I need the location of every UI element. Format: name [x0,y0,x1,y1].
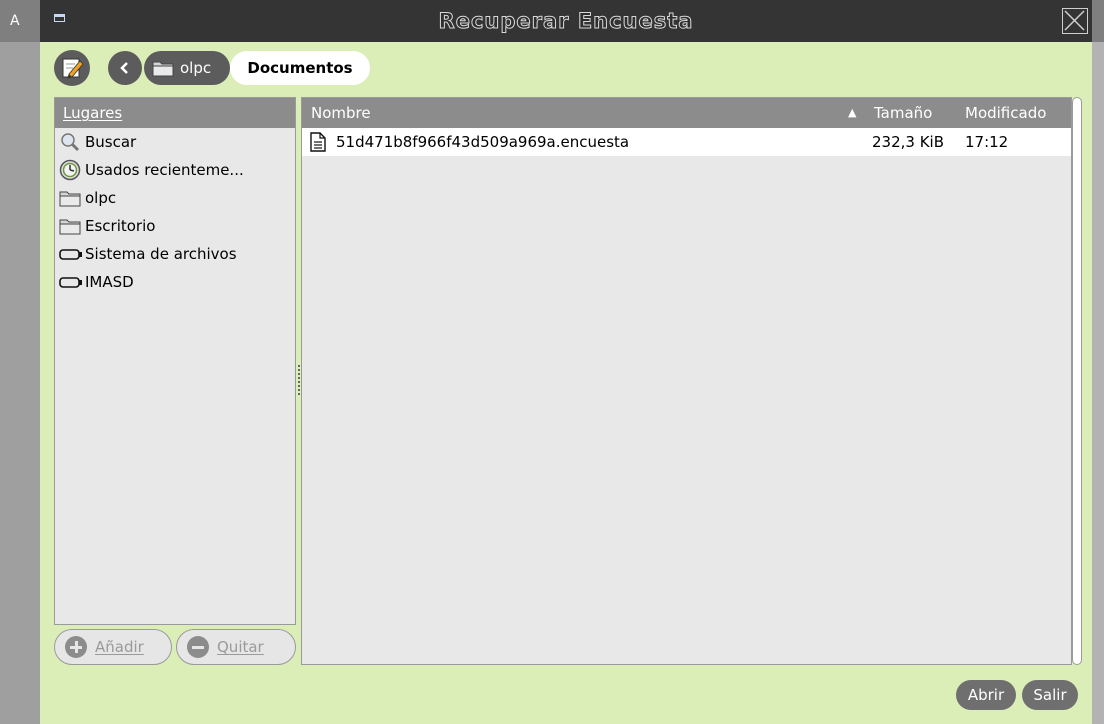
place-item-olpc[interactable]: olpc [55,184,295,212]
remove-icon [187,636,209,658]
place-item-buscar[interactable]: Buscar [55,128,295,156]
open-button-label: Abrir [967,686,1005,704]
file-list-header: Nombre ▲ Tamaño Modificado [302,98,1071,128]
chevron-left-icon [120,62,128,74]
path-crumb-documentos[interactable]: Documentos [230,51,370,85]
background-app-title-fragment: A [0,0,40,42]
open-button[interactable]: Abrir [956,680,1016,710]
add-icon [65,636,87,658]
edit-pencil-icon [62,58,84,79]
close-icon [1064,10,1085,31]
column-header-modified[interactable]: Modificado [965,98,1046,128]
type-location-button[interactable] [54,50,90,86]
path-crumb-label: Documentos [247,59,353,77]
file-list: Nombre ▲ Tamaño Modificado 51d471b8f966f… [301,97,1072,665]
file-chooser-dialog: Recuperar Encuesta olpc Documentos Lugar… [40,0,1092,724]
column-header-name[interactable]: Nombre [311,98,371,128]
file-modified: 17:12 [965,133,1009,151]
path-crumb-olpc[interactable]: olpc [144,51,230,85]
place-item-imasd[interactable]: IMASD [55,268,295,296]
place-item-escritorio[interactable]: Escritorio [55,212,295,240]
path-crumb-label: olpc [180,59,212,77]
search-icon [59,131,83,153]
places-header-label: Lugares [63,104,123,122]
place-item-recent[interactable]: Usados recienteme... [55,156,295,184]
background-app-right-top [1092,0,1104,42]
background-app-left [0,0,40,724]
quit-button[interactable]: Salir [1022,680,1078,710]
sort-ascending-icon: ▲ [848,106,857,119]
recent-icon [59,159,83,181]
window-title: Recuperar Encuesta [438,9,694,34]
path-back-button[interactable] [108,51,142,85]
remove-bookmark-label: Quitar [217,638,264,656]
remove-bookmark-button[interactable]: Quitar [176,629,296,665]
quit-button-label: Salir [1033,686,1067,704]
place-item-filesystem[interactable]: Sistema de archivos [55,240,295,268]
file-size: 232,3 KiB [872,133,945,151]
place-item-label: Buscar [85,133,137,151]
file-name: 51d471b8f966f43d509a969a.encuesta [336,133,630,151]
column-header-size[interactable]: Tamaño [874,98,932,128]
place-item-label: IMASD [85,273,134,291]
drive-icon [59,271,83,293]
close-button[interactable] [1062,8,1088,34]
add-bookmark-button[interactable]: Añadir [54,629,172,665]
add-bookmark-label: Añadir [95,638,144,656]
place-item-label: olpc [85,189,117,207]
place-item-label: Escritorio [85,217,156,235]
places-sidebar: Lugares Buscar Usados recienteme... olpc… [54,97,296,625]
folder-icon [59,187,83,209]
folder-icon [152,61,174,77]
folder-icon [59,215,83,237]
places-header[interactable]: Lugares [55,98,295,128]
place-item-label: Usados recienteme... [85,161,244,179]
document-icon [310,132,326,152]
title-bar: Recuperar Encuesta [40,0,1092,42]
file-list-scrollbar[interactable] [1072,97,1082,665]
drive-icon [59,243,83,265]
place-item-label: Sistema de archivos [85,245,237,263]
background-app-right [1092,0,1104,724]
file-row[interactable]: 51d471b8f966f43d509a969a.encuesta 232,3 … [302,128,1071,156]
